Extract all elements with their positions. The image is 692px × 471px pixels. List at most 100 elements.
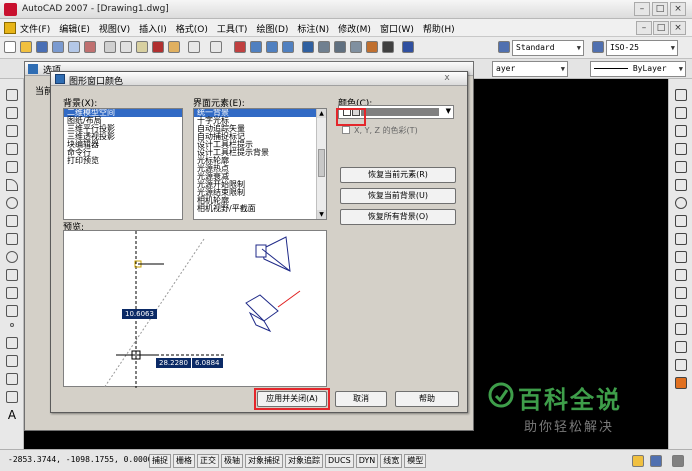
- doc-close-button[interactable]: ×: [670, 21, 686, 35]
- menu-item[interactable]: 窗口(W): [380, 22, 414, 35]
- menu-item[interactable]: 帮助(H): [423, 22, 455, 35]
- insert-block-icon[interactable]: [6, 287, 18, 299]
- dialog-close-button[interactable]: x: [441, 73, 453, 84]
- text-style-select[interactable]: Standard ▼: [512, 40, 584, 56]
- minimize-button[interactable]: –: [634, 2, 650, 16]
- autocad-app-icon[interactable]: [4, 3, 17, 16]
- status-toggle-button[interactable]: DUCS: [325, 454, 354, 468]
- erase-icon[interactable]: [675, 89, 687, 101]
- coordinate-readout[interactable]: -2853.3744, -1098.1755, 0.0000: [8, 455, 153, 464]
- copy-object-icon[interactable]: [675, 107, 687, 119]
- construction-line-icon[interactable]: [6, 107, 18, 119]
- mirror-icon[interactable]: [675, 125, 687, 137]
- tint-xyz-checkbox[interactable]: [342, 126, 350, 134]
- zoom-realtime-icon[interactable]: [250, 41, 262, 53]
- status-toggle-button[interactable]: 对象捕捉: [245, 454, 283, 468]
- scroll-thumb[interactable]: [318, 149, 325, 177]
- move-icon[interactable]: [675, 179, 687, 191]
- polygon-icon[interactable]: [6, 143, 18, 155]
- trim-icon[interactable]: [675, 251, 687, 263]
- open-icon[interactable]: [20, 41, 32, 53]
- sheet-set-icon[interactable]: [350, 41, 362, 53]
- publish-icon[interactable]: [84, 41, 96, 53]
- close-window-button[interactable]: ×: [670, 2, 686, 16]
- redo-icon[interactable]: [210, 41, 222, 53]
- linetype-select[interactable]: ByLayer ▼: [590, 61, 686, 77]
- scale-icon[interactable]: [675, 215, 687, 227]
- cancel-button[interactable]: 取消: [335, 391, 387, 407]
- menu-item[interactable]: 编辑(E): [59, 22, 90, 35]
- match-properties-icon[interactable]: [152, 41, 164, 53]
- interface-element-list[interactable]: 统一背景 十字光标 自动追踪矢量 自动捕捉标记 设计工具栏提示 设计工具栏提示背景 光标轮廓…: [193, 108, 327, 220]
- status-toggle-button[interactable]: 正交: [197, 454, 219, 468]
- menu-item[interactable]: 标注(N): [297, 22, 329, 35]
- ellipse-icon[interactable]: [6, 251, 18, 263]
- preview-icon[interactable]: [68, 41, 80, 53]
- status-toggle-button[interactable]: 模型: [404, 454, 427, 468]
- region-icon[interactable]: [6, 373, 18, 385]
- explode-icon[interactable]: [675, 377, 687, 389]
- line-icon[interactable]: [6, 89, 18, 101]
- cut-icon[interactable]: [104, 41, 116, 53]
- spline-icon[interactable]: [6, 233, 18, 245]
- table-icon[interactable]: [6, 391, 18, 403]
- hatch-icon[interactable]: [6, 337, 18, 349]
- lock-toolbars-icon[interactable]: [650, 455, 662, 467]
- tool-palettes-icon[interactable]: [334, 41, 346, 53]
- block-editor-icon[interactable]: [168, 41, 180, 53]
- zoom-window-icon[interactable]: [266, 41, 278, 53]
- new-icon[interactable]: [4, 41, 16, 53]
- scroll-up-icon[interactable]: ▲: [317, 109, 326, 118]
- status-toggle-button[interactable]: DYN: [355, 454, 379, 468]
- chamfer-icon[interactable]: [675, 341, 687, 353]
- save-icon[interactable]: [36, 41, 48, 53]
- menu-item[interactable]: 绘图(D): [256, 22, 288, 35]
- paste-icon[interactable]: [136, 41, 148, 53]
- help-button[interactable]: 帮助: [395, 391, 459, 407]
- restore-current-context-button[interactable]: 恢复当前背景(U): [340, 188, 456, 204]
- menu-item[interactable]: 工具(T): [217, 22, 248, 35]
- make-block-icon[interactable]: [6, 305, 18, 317]
- menu-item[interactable]: 文件(F): [20, 22, 50, 35]
- design-center-icon[interactable]: [318, 41, 330, 53]
- break-at-point-icon[interactable]: [675, 287, 687, 299]
- document-icon[interactable]: [4, 22, 16, 34]
- clean-screen-icon[interactable]: [672, 455, 684, 467]
- status-toggle-button[interactable]: 对象追踪: [285, 454, 323, 468]
- doc-restore-button[interactable]: □: [653, 21, 669, 35]
- zoom-previous-icon[interactable]: [282, 41, 294, 53]
- scroll-down-icon[interactable]: ▼: [317, 210, 326, 219]
- pan-icon[interactable]: [234, 41, 246, 53]
- restore-all-contexts-button[interactable]: 恢复所有背景(O): [340, 209, 456, 225]
- status-toggle-button[interactable]: 线宽: [380, 454, 403, 468]
- background-context-list[interactable]: 二维模型空间 图纸/布局 三维平行投影 三维透视投影 块编辑器 命令行 打印预览: [63, 108, 183, 220]
- calculator-icon[interactable]: [382, 41, 394, 53]
- array-icon[interactable]: [675, 161, 687, 173]
- undo-icon[interactable]: [188, 41, 200, 53]
- rectangle-icon[interactable]: [6, 161, 18, 173]
- point-icon[interactable]: [10, 323, 14, 327]
- status-toggle-button[interactable]: 极轴: [221, 454, 243, 468]
- menu-item[interactable]: 插入(I): [139, 22, 167, 35]
- fillet-icon[interactable]: [675, 359, 687, 371]
- offset-icon[interactable]: [675, 143, 687, 155]
- help-icon[interactable]: [402, 41, 414, 53]
- break-icon[interactable]: [675, 305, 687, 317]
- arc-icon[interactable]: [6, 179, 18, 191]
- menu-item[interactable]: 修改(M): [338, 22, 371, 35]
- element-list-scrollbar[interactable]: ▲ ▼: [316, 109, 326, 219]
- menu-item[interactable]: 视图(V): [99, 22, 130, 35]
- gradient-icon[interactable]: [6, 355, 18, 367]
- multiline-text-icon[interactable]: A: [6, 409, 18, 421]
- maximize-button[interactable]: □: [652, 2, 668, 16]
- stretch-icon[interactable]: [675, 233, 687, 245]
- copy-icon[interactable]: [120, 41, 132, 53]
- circle-icon[interactable]: [6, 197, 18, 209]
- menu-item[interactable]: 格式(O): [176, 22, 208, 35]
- interface-element-item[interactable]: 相机视野/平截面: [194, 205, 326, 213]
- polyline-icon[interactable]: [6, 125, 18, 137]
- status-toggle-button[interactable]: 捕捉: [149, 454, 171, 468]
- doc-minimize-button[interactable]: –: [636, 21, 652, 35]
- revision-cloud-icon[interactable]: [6, 215, 18, 227]
- rotate-icon[interactable]: [675, 197, 687, 209]
